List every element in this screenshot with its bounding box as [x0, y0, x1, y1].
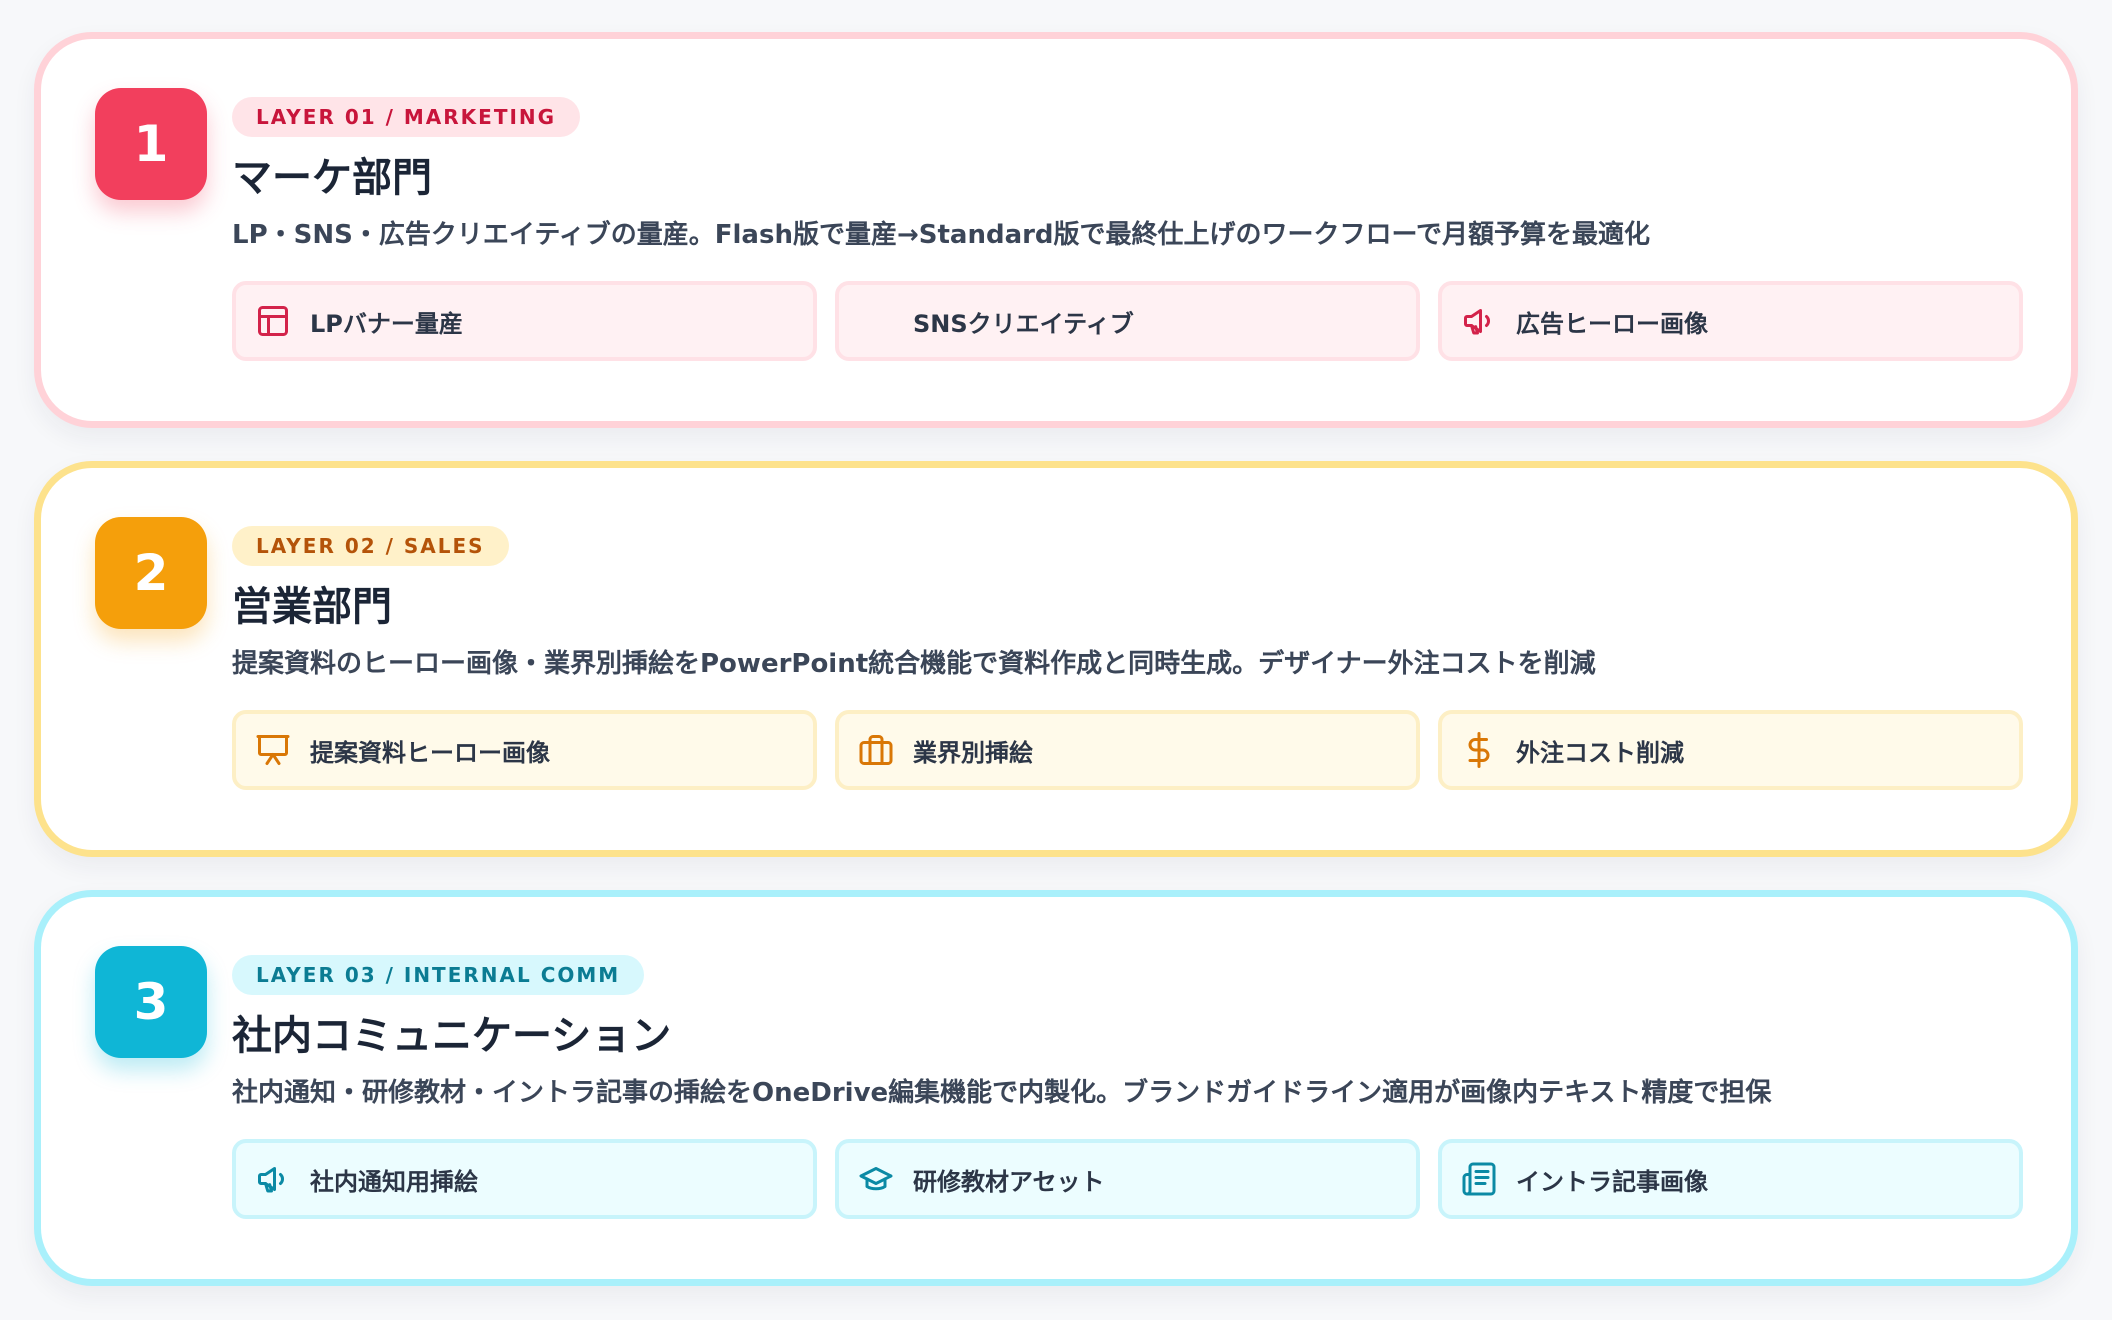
layer-tag: LAYER 01 / MARKETING — [232, 97, 581, 137]
dollar-icon — [1460, 731, 1498, 769]
chip-label: 提案資料ヒーロー画像 — [310, 738, 550, 767]
chip-proposal-hero: 提案資料ヒーロー画像 — [232, 710, 817, 790]
chip-training-asset: 研修教材アセット — [835, 1139, 1420, 1219]
chip-cost-reduction: 外注コスト削減 — [1438, 710, 2023, 790]
chip-lp-banner: LPバナー量産 — [232, 281, 817, 361]
layout-icon — [254, 302, 292, 340]
chip-label: LPバナー量産 — [310, 309, 463, 338]
chip-label: 社内通知用挿絵 — [310, 1167, 478, 1196]
layer-card-marketing: 1 LAYER 01 / MARKETING マーケ部門 LP・SNS・広告クリ… — [34, 32, 2078, 428]
layers-page: 1 LAYER 01 / MARKETING マーケ部門 LP・SNS・広告クリ… — [0, 0, 2112, 1320]
chip-row: 社内通知用挿絵 研修教材アセット イントラ記事画像 — [232, 1139, 2027, 1219]
layer-description: 提案資料のヒーロー画像・業界別挿絵をPowerPoint統合機能で資料作成と同時… — [232, 649, 1596, 679]
layer-title: マーケ部門 — [232, 155, 432, 201]
chip-label: 広告ヒーロー画像 — [1516, 309, 1708, 338]
chip-label: 研修教材アセット — [913, 1167, 1105, 1196]
chip-sns-creative: SNSクリエイティブ — [835, 281, 1420, 361]
chip-row: 提案資料ヒーロー画像 業界別挿絵 外注コスト削減 — [232, 710, 2027, 790]
layer-content: LAYER 03 / INTERNAL COMM 社内コミュニケーション 社内通… — [232, 955, 2027, 1219]
layer-description: LP・SNS・広告クリエイティブの量産。Flash版で量産→Standard版で… — [232, 220, 1650, 250]
layer-card-internal-comm: 3 LAYER 03 / INTERNAL COMM 社内コミュニケーション 社… — [34, 890, 2078, 1286]
layer-number-badge: 3 — [95, 946, 207, 1058]
chip-label: イントラ記事画像 — [1516, 1167, 1708, 1196]
layer-tag: LAYER 03 / INTERNAL COMM — [232, 955, 645, 995]
megaphone-icon — [254, 1160, 292, 1198]
chip-industry-illustration: 業界別挿絵 — [835, 710, 1420, 790]
presentation-icon — [254, 731, 292, 769]
chip-internal-notice: 社内通知用挿絵 — [232, 1139, 817, 1219]
layer-title: 営業部門 — [232, 584, 392, 630]
chip-row: LPバナー量産 SNSクリエイティブ 広告ヒーロー画像 — [232, 281, 2027, 361]
chip-intranet-article: イントラ記事画像 — [1438, 1139, 2023, 1219]
chip-ad-hero: 広告ヒーロー画像 — [1438, 281, 2023, 361]
graduation-cap-icon — [857, 1160, 895, 1198]
layer-number-badge: 2 — [95, 517, 207, 629]
layer-content: LAYER 01 / MARKETING マーケ部門 LP・SNS・広告クリエイ… — [232, 97, 2027, 361]
layer-card-sales: 2 LAYER 02 / SALES 営業部門 提案資料のヒーロー画像・業界別挿… — [34, 461, 2078, 857]
chip-label: SNSクリエイティブ — [913, 309, 1134, 338]
layer-content: LAYER 02 / SALES 営業部門 提案資料のヒーロー画像・業界別挿絵を… — [232, 526, 2027, 790]
layer-description: 社内通知・研修教材・イントラ記事の挿絵をOneDrive編集機能で内製化。ブラン… — [232, 1078, 1772, 1108]
blank-icon — [857, 302, 895, 340]
megaphone-icon — [1460, 302, 1498, 340]
chip-label: 外注コスト削減 — [1516, 738, 1684, 767]
layer-title: 社内コミュニケーション — [232, 1013, 672, 1059]
newspaper-icon — [1460, 1160, 1498, 1198]
chip-label: 業界別挿絵 — [913, 738, 1033, 767]
layer-number-badge: 1 — [95, 88, 207, 200]
layer-tag: LAYER 02 / SALES — [232, 526, 509, 566]
briefcase-icon — [857, 731, 895, 769]
